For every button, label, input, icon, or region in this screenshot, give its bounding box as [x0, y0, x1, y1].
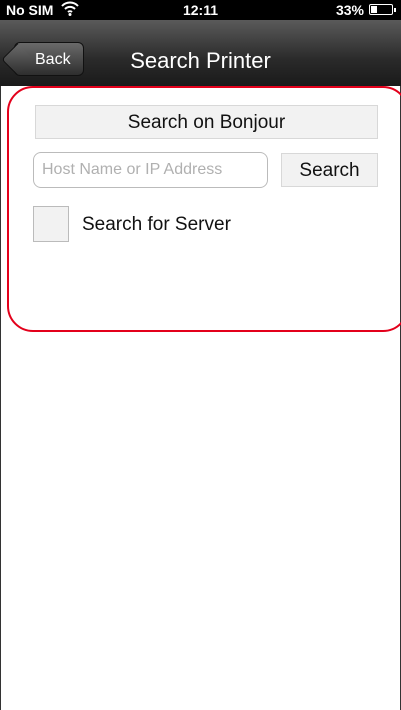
- search-button[interactable]: Search: [281, 153, 378, 187]
- status-bar: No SIM 12:11 33%: [0, 0, 401, 20]
- search-on-bonjour-button[interactable]: Search on Bonjour: [35, 105, 378, 139]
- battery-icon: [369, 4, 396, 15]
- search-for-server-checkbox[interactable]: [33, 206, 69, 242]
- search-form: Search on Bonjour Search Search for Serv…: [0, 86, 401, 710]
- page-title: Search Printer: [130, 48, 271, 73]
- navigation-bar: Back Search Printer: [0, 20, 401, 87]
- search-for-server-label: Search for Server: [82, 214, 231, 235]
- battery-percent: 33%: [335, 2, 364, 18]
- host-name-input[interactable]: [33, 152, 268, 188]
